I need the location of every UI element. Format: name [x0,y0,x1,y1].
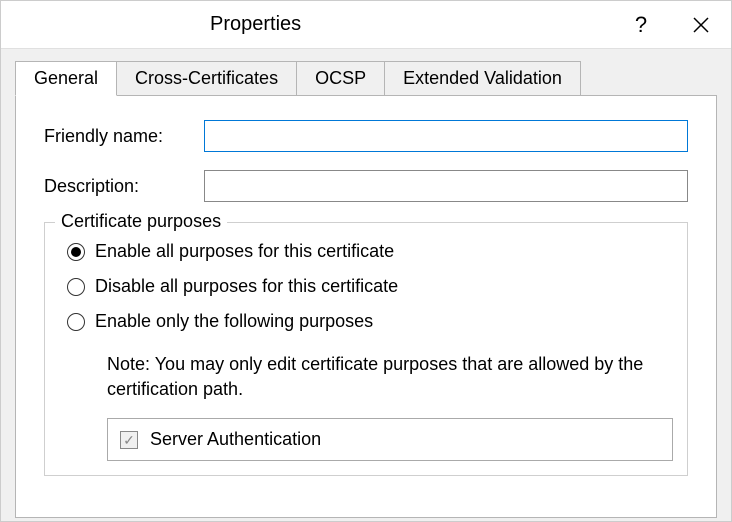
help-icon: ? [635,12,647,38]
tab-ev-label: Extended Validation [403,68,562,88]
title-redacted [11,11,206,39]
titlebar-buttons: ? [611,1,731,49]
purposes-radio-group: Enable all purposes for this certificate… [59,241,673,332]
radio-enable-all-label: Enable all purposes for this certificate [95,241,394,262]
tab-general-label: General [34,68,98,88]
radio-disable-all[interactable]: Disable all purposes for this certificat… [67,276,673,297]
radio-icon [67,243,85,261]
radio-icon [67,313,85,331]
close-button[interactable] [671,1,731,49]
check-icon: ✓ [123,433,135,447]
tab-ocsp[interactable]: OCSP [296,61,385,95]
certificate-purposes-group: Certificate purposes Enable all purposes… [44,222,688,476]
dialog-body: General Cross-Certificates OCSP Extended… [1,49,731,521]
description-input[interactable] [204,170,688,202]
radio-icon [67,278,85,296]
radio-only-following-label: Enable only the following purposes [95,311,373,332]
titlebar: Properties ? [1,1,731,49]
description-row: Description: [44,170,688,202]
friendly-name-row: Friendly name: [44,120,688,152]
tab-general[interactable]: General [15,61,117,96]
purpose-list: ✓ Server Authentication [107,418,673,461]
tab-extended-validation[interactable]: Extended Validation [384,61,581,95]
properties-dialog: Properties ? General Cross-Certificates … [0,0,732,522]
purpose-item: ✓ Server Authentication [120,429,660,450]
friendly-name-label: Friendly name: [44,126,204,147]
tab-strip: General Cross-Certificates OCSP Extended… [15,61,717,95]
tab-panel-general: Friendly name: Description: Certificate … [15,95,717,518]
tab-cross-label: Cross-Certificates [135,68,278,88]
radio-disable-all-label: Disable all purposes for this certificat… [95,276,398,297]
description-label: Description: [44,176,204,197]
tab-ocsp-label: OCSP [315,68,366,88]
radio-enable-all[interactable]: Enable all purposes for this certificate [67,241,673,262]
purpose-checkbox[interactable]: ✓ [120,431,138,449]
close-icon [692,16,710,34]
tab-cross-certificates[interactable]: Cross-Certificates [116,61,297,95]
radio-only-following[interactable]: Enable only the following purposes [67,311,673,332]
certificate-purposes-legend: Certificate purposes [55,211,227,232]
window-title: Properties [210,13,301,36]
help-button[interactable]: ? [611,1,671,49]
purpose-label: Server Authentication [150,429,321,450]
friendly-name-input[interactable] [204,120,688,152]
purposes-note: Note: You may only edit certificate purp… [59,346,679,418]
